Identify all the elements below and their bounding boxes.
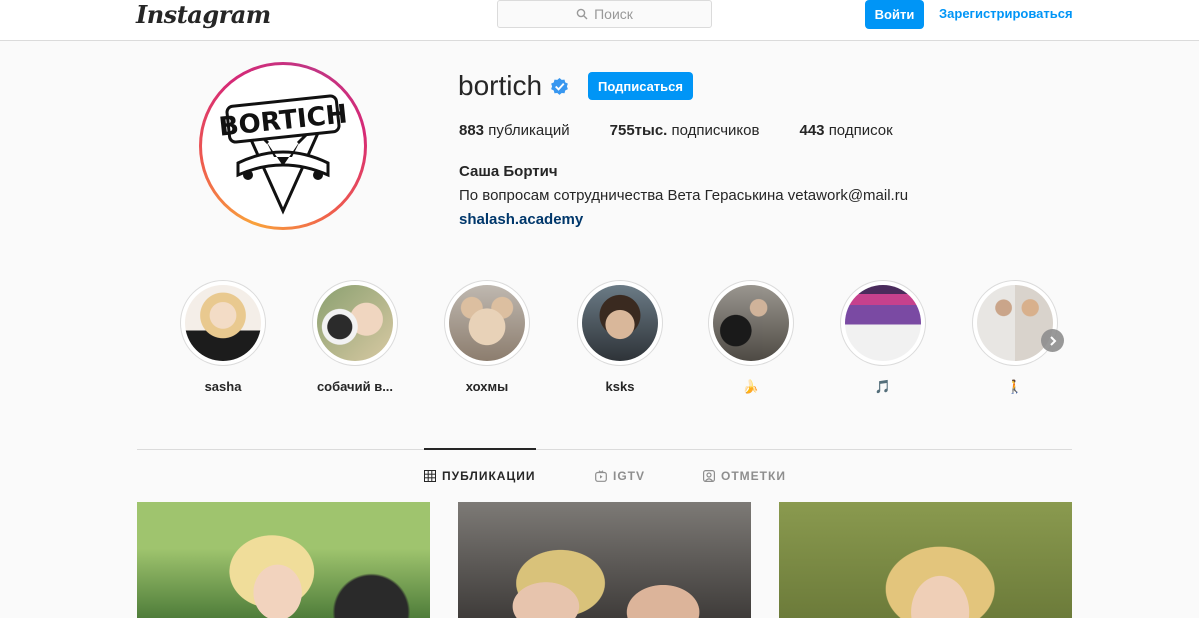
highlight-cover-image — [449, 285, 525, 361]
post-image — [458, 502, 751, 618]
search-input[interactable]: Поиск — [497, 0, 712, 28]
highlight-cover-image — [713, 285, 789, 361]
post-image — [137, 502, 430, 618]
tagged-person-icon — [703, 470, 715, 482]
top-navigation-bar: Instagram Поиск Войти Зарегистрироваться — [0, 0, 1199, 41]
highlight-item[interactable]: 🎵 — [828, 280, 938, 395]
highlight-label: 🚶 — [1006, 379, 1024, 394]
highlights-next-button[interactable] — [1041, 329, 1064, 352]
highlight-cover-image — [977, 285, 1053, 361]
bortich-logo-image: BORTICH — [217, 94, 349, 215]
tab-posts[interactable]: ПУБЛИКАЦИИ — [424, 469, 535, 483]
signup-link[interactable]: Зарегистрироваться — [939, 6, 1073, 21]
highlight-cover-image — [317, 285, 393, 361]
active-tab-indicator — [424, 448, 536, 450]
followers-count[interactable]: 755тыс. подписчиков — [610, 122, 760, 139]
username-text: bortich — [458, 70, 543, 101]
profile-bio: По вопросам сотрудничества Вета Гераськи… — [459, 187, 909, 204]
tabs-divider — [137, 449, 1072, 450]
profile-username: bortich — [458, 70, 569, 102]
follow-button[interactable]: Подписаться — [588, 72, 693, 100]
highlight-label: ksks — [605, 379, 635, 394]
highlight-label: 🎵 — [874, 379, 892, 394]
highlight-cover-image — [845, 285, 921, 361]
post-thumbnail[interactable] — [137, 502, 430, 618]
highlight-cover-image — [582, 285, 658, 361]
highlight-item[interactable]: собачий в... — [300, 280, 410, 394]
post-thumbnail[interactable] — [779, 502, 1072, 618]
highlight-label: sasha — [204, 379, 242, 394]
login-button[interactable]: Войти — [865, 0, 924, 29]
profile-website-link[interactable]: shalash.academy — [459, 211, 583, 228]
highlight-item[interactable]: хохмы — [432, 280, 542, 394]
highlight-label: 🍌 — [742, 379, 760, 394]
verified-badge-icon — [551, 77, 568, 95]
grid-icon — [424, 470, 436, 482]
search-placeholder: Поиск — [594, 6, 633, 22]
profile-avatar: BORTICH — [207, 70, 359, 222]
highlight-item[interactable]: sasha — [168, 280, 278, 394]
tab-igtv[interactable]: IGTV — [595, 469, 645, 483]
tab-tagged[interactable]: ОТМЕТКИ — [703, 469, 786, 483]
profile-full-name: Саша Бортич — [459, 163, 558, 180]
search-icon — [576, 8, 588, 20]
following-count[interactable]: 443 подписок — [799, 122, 892, 139]
highlight-item[interactable]: 🍌 — [696, 280, 806, 395]
post-image — [779, 502, 1072, 618]
highlight-item[interactable]: ksks — [565, 280, 675, 394]
highlight-cover-image — [185, 285, 261, 361]
highlight-label: собачий в... — [316, 379, 394, 394]
igtv-icon — [595, 470, 607, 482]
highlight-label: хохмы — [465, 379, 509, 394]
post-thumbnail[interactable] — [458, 502, 751, 618]
profile-avatar-story-ring[interactable]: BORTICH — [199, 62, 367, 230]
profile-stats: 883 публикаций 755тыс. подписчиков 443 п… — [459, 122, 933, 139]
posts-count: 883 публикаций — [459, 122, 570, 139]
chevron-right-icon — [1049, 335, 1056, 346]
instagram-logo[interactable]: Instagram — [136, 0, 271, 29]
